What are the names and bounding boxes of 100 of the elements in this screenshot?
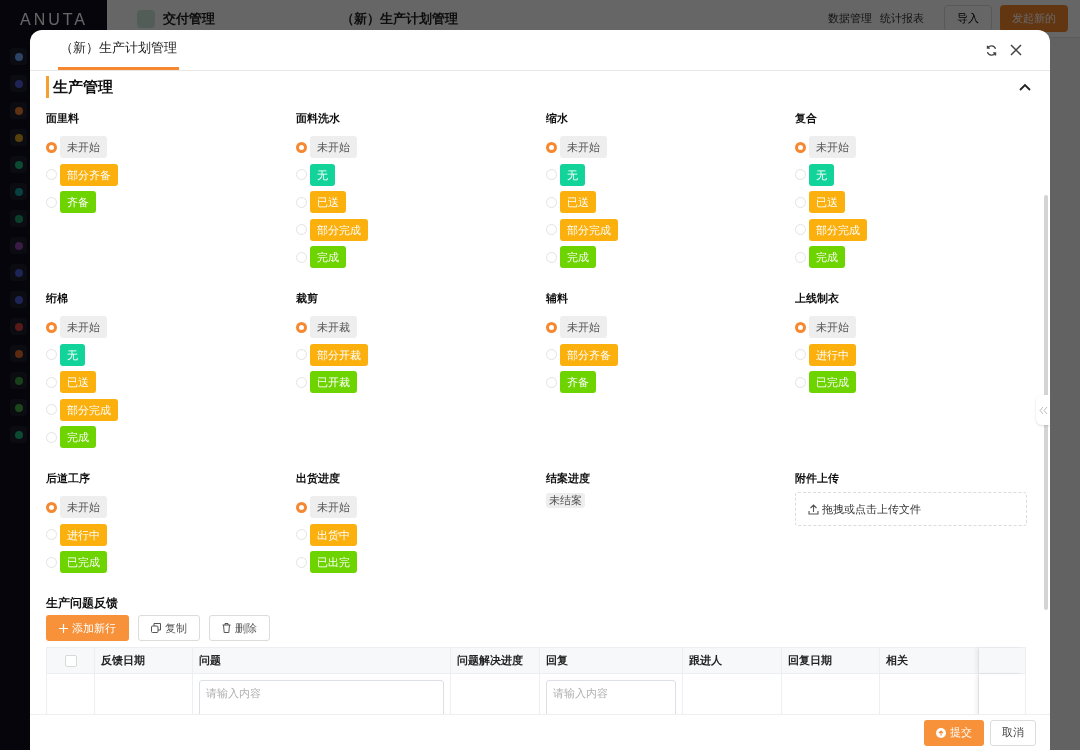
option-tag[interactable]: 完成 xyxy=(809,246,845,268)
upload-area[interactable]: 拖拽或点击上传文件 xyxy=(795,492,1027,526)
double-chevron-icon xyxy=(1038,405,1048,415)
option-tag[interactable]: 未开裁 xyxy=(310,316,357,338)
refresh-icon[interactable] xyxy=(985,43,998,57)
option-tag[interactable]: 已送 xyxy=(560,191,596,213)
app-icon[interactable] xyxy=(10,237,27,254)
app-icon[interactable] xyxy=(10,210,27,227)
app-tab[interactable]: 交付管理 xyxy=(163,8,215,29)
app-icon[interactable] xyxy=(10,372,27,389)
radio-button[interactable] xyxy=(546,141,557,153)
trash-icon xyxy=(222,623,231,633)
modal-tab[interactable]: （新）生产计划管理 xyxy=(58,37,179,70)
field-label: 面里料 xyxy=(46,111,80,125)
option-tag[interactable]: 无 xyxy=(310,163,335,186)
option-tag[interactable]: 已送 xyxy=(809,191,845,213)
field-label: 附件上传 xyxy=(795,471,840,485)
option-tag[interactable]: 部分完成 xyxy=(560,218,618,241)
radio-button[interactable] xyxy=(46,501,57,513)
option-tag[interactable]: 已开裁 xyxy=(310,371,357,393)
option-tag[interactable]: 未开始 xyxy=(60,136,107,158)
radio-button[interactable] xyxy=(46,141,57,153)
app-icon[interactable] xyxy=(10,102,27,119)
app-icon[interactable] xyxy=(10,399,27,416)
text-input[interactable]: 请输入内容 xyxy=(199,680,444,714)
radio-button[interactable] xyxy=(546,321,557,333)
column-header: 反馈日期 xyxy=(101,653,145,669)
option-tag[interactable]: 部分完成 xyxy=(310,218,368,241)
field-label: 辅料 xyxy=(546,291,569,305)
option-tag[interactable]: 已送 xyxy=(60,371,96,393)
option-tag[interactable]: 无 xyxy=(809,163,834,186)
option-tag[interactable]: 部分完成 xyxy=(809,218,867,241)
option-tag[interactable]: 无 xyxy=(560,163,585,186)
copy-button[interactable]: 复制 xyxy=(138,615,200,641)
option-tag[interactable]: 未开始 xyxy=(60,316,107,338)
option-tag[interactable]: 已完成 xyxy=(809,371,856,393)
option-tag[interactable]: 出货中 xyxy=(310,523,357,546)
delete-button[interactable]: 删除 xyxy=(209,615,270,641)
option-tag[interactable]: 部分齐备 xyxy=(60,163,118,186)
radio-button[interactable] xyxy=(795,321,806,333)
field-label: 后道工序 xyxy=(46,471,91,485)
app-icon[interactable] xyxy=(10,426,27,443)
add-row-button[interactable]: 添加新行 xyxy=(46,615,129,641)
app-icon[interactable] xyxy=(10,48,27,65)
submit-button[interactable]: 提交 xyxy=(924,719,984,746)
option-tag[interactable]: 未开始 xyxy=(310,136,357,158)
section-marker xyxy=(46,76,49,98)
app-icon[interactable] xyxy=(10,264,27,281)
option-tag[interactable]: 部分完成 xyxy=(60,398,118,421)
radio-button[interactable] xyxy=(296,321,307,333)
field-label: 面料洗水 xyxy=(296,111,341,125)
option-tag[interactable]: 未开始 xyxy=(310,496,357,518)
status-tag: 未结案 xyxy=(546,493,585,508)
app-icon[interactable] xyxy=(10,318,27,335)
page-title: （新）生产计划管理 xyxy=(341,9,458,28)
app-icon[interactable] xyxy=(10,183,27,200)
cancel-button[interactable]: 取消 xyxy=(990,719,1036,746)
radio-button[interactable] xyxy=(296,501,307,513)
field-label: 出货进度 xyxy=(296,471,341,485)
upload-circle-icon xyxy=(936,727,946,738)
radio-button[interactable] xyxy=(795,141,806,153)
option-tag[interactable]: 齐备 xyxy=(560,371,596,393)
option-tag[interactable]: 进行中 xyxy=(60,523,107,546)
option-tag[interactable]: 已完成 xyxy=(60,551,107,573)
app-icon[interactable] xyxy=(10,156,27,173)
panel-toggle[interactable] xyxy=(1036,395,1050,425)
new-button[interactable]: 发起新的 xyxy=(1000,5,1068,32)
option-tag[interactable]: 进行中 xyxy=(809,343,856,366)
option-tag[interactable]: 完成 xyxy=(60,426,96,448)
toolbar-link[interactable]: 数据管理 xyxy=(828,10,872,27)
column-header: 问题 xyxy=(199,653,221,669)
app-icon[interactable] xyxy=(10,129,27,146)
plus-icon xyxy=(59,623,68,633)
option-tag[interactable]: 未开始 xyxy=(809,136,856,158)
radio-button[interactable] xyxy=(46,321,57,333)
option-tag[interactable]: 未开始 xyxy=(560,136,607,158)
option-tag[interactable]: 部分开裁 xyxy=(310,343,368,366)
app-icon[interactable] xyxy=(10,291,27,308)
close-icon[interactable] xyxy=(1010,44,1022,56)
field-label: 缩水 xyxy=(546,111,569,125)
collapse-icon[interactable] xyxy=(1019,83,1031,91)
option-tag[interactable]: 完成 xyxy=(310,246,346,268)
checkbox[interactable] xyxy=(64,654,77,667)
option-tag[interactable]: 完成 xyxy=(560,246,596,268)
field-label: 裁剪 xyxy=(296,291,319,305)
radio-button[interactable] xyxy=(296,141,307,153)
field-label: 绗棉 xyxy=(46,291,69,305)
app-icon[interactable] xyxy=(10,345,27,362)
option-tag[interactable]: 已出完 xyxy=(310,551,357,573)
option-tag[interactable]: 齐备 xyxy=(60,191,96,213)
toolbar-link[interactable]: 统计报表 xyxy=(880,10,924,27)
option-tag[interactable]: 已送 xyxy=(310,191,346,213)
option-tag[interactable]: 无 xyxy=(60,343,85,366)
column-header: 相关 xyxy=(886,653,908,669)
option-tag[interactable]: 未开始 xyxy=(560,316,607,338)
option-tag[interactable]: 部分齐备 xyxy=(560,343,618,366)
app-icon[interactable] xyxy=(10,75,27,92)
text-input[interactable]: 请输入内容 xyxy=(546,680,676,714)
option-tag[interactable]: 未开始 xyxy=(60,496,107,518)
option-tag[interactable]: 未开始 xyxy=(809,316,856,338)
